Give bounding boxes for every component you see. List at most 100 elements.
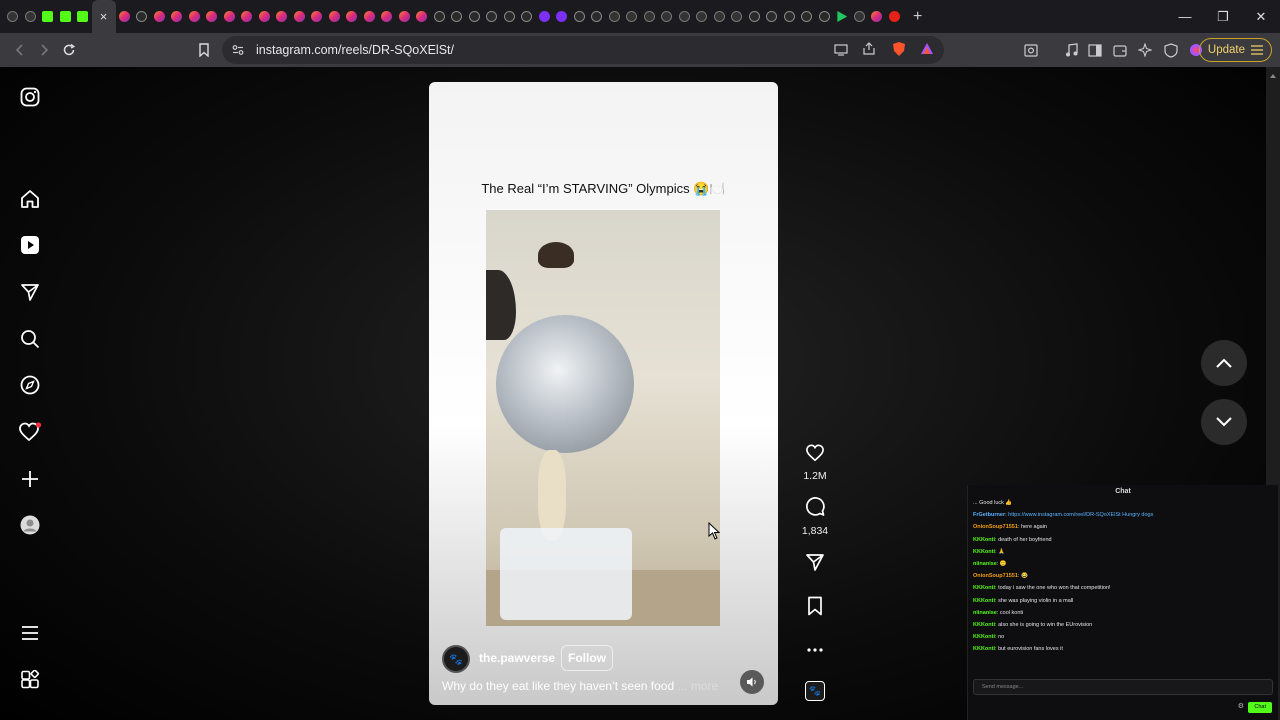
leo-ai-icon[interactable] (1133, 38, 1157, 62)
chat-username[interactable]: KKKonti (973, 585, 995, 591)
save-icon[interactable] (806, 596, 824, 616)
reload-icon[interactable] (57, 38, 81, 62)
follow-button[interactable]: Follow (561, 645, 613, 671)
browser-tab[interactable] (728, 0, 746, 33)
browser-tab[interactable] (606, 0, 624, 33)
creator-username[interactable]: the.pawverse (479, 651, 555, 665)
more-menu-icon[interactable] (18, 621, 42, 645)
browser-tab[interactable] (431, 0, 449, 33)
browser-tab[interactable] (326, 0, 344, 33)
chat-username[interactable]: niinanise (973, 610, 997, 616)
browser-tab[interactable] (886, 0, 904, 33)
brave-shields-icon[interactable] (892, 41, 906, 62)
minimize-button[interactable]: — (1166, 0, 1204, 33)
cast-icon[interactable] (834, 43, 848, 61)
share-icon[interactable] (862, 42, 876, 61)
more-options-icon[interactable] (806, 647, 824, 653)
browser-tab[interactable] (151, 0, 169, 33)
save-action[interactable] (795, 596, 835, 621)
browser-tab[interactable] (553, 0, 571, 33)
chat-username[interactable]: KKKonti (973, 622, 995, 628)
update-button[interactable]: Update (1198, 38, 1272, 62)
music-icon[interactable] (1059, 38, 1083, 62)
browser-tab[interactable] (711, 0, 729, 33)
chat-send-button[interactable]: Chat (1248, 702, 1272, 713)
browser-tab[interactable] (396, 0, 414, 33)
reel-video-player[interactable]: The Real “I’m STARVING” Olympics 😭🍽️ 🐾 t… (429, 82, 778, 705)
browser-tab[interactable] (676, 0, 694, 33)
chat-username[interactable]: KKKonti (973, 646, 995, 652)
chat-username[interactable]: KKKonti (973, 634, 995, 640)
chat-username[interactable]: KKKonti (973, 598, 995, 604)
back-icon[interactable] (8, 38, 32, 62)
profile-avatar-icon[interactable] (18, 513, 42, 537)
explore-icon[interactable] (18, 373, 42, 397)
browser-tab[interactable] (203, 0, 221, 33)
heart-icon[interactable] (805, 444, 825, 462)
browser-tab[interactable] (816, 0, 834, 33)
browser-tab[interactable] (168, 0, 186, 33)
vpn-icon[interactable] (1159, 38, 1183, 62)
browser-tab[interactable] (588, 0, 606, 33)
browser-tab[interactable] (413, 0, 431, 33)
browser-tab[interactable] (238, 0, 256, 33)
notifications-icon[interactable] (18, 420, 42, 444)
browser-tab[interactable] (501, 0, 519, 33)
chat-username[interactable]: OnionSoup71551 (973, 524, 1018, 530)
browser-tab[interactable] (308, 0, 326, 33)
instagram-logo-icon[interactable] (18, 85, 42, 109)
browser-tab[interactable] (39, 0, 57, 33)
browser-tab[interactable] (57, 0, 75, 33)
browser-tab[interactable] (798, 0, 816, 33)
browser-tab[interactable] (378, 0, 396, 33)
chat-username[interactable]: niinanise (973, 561, 997, 567)
browser-tab[interactable] (536, 0, 554, 33)
comment-action[interactable]: 1,834 (795, 497, 835, 537)
chat-username[interactable]: FrGetburner (973, 512, 1005, 518)
home-icon[interactable] (18, 187, 42, 211)
browser-tab[interactable] (221, 0, 239, 33)
close-window-button[interactable]: ✕ (1242, 0, 1280, 33)
browser-tab[interactable] (273, 0, 291, 33)
browser-tab[interactable] (74, 0, 92, 33)
browser-tab[interactable] (623, 0, 641, 33)
close-tab-icon[interactable]: × (100, 9, 108, 24)
wallet-icon[interactable] (1108, 38, 1132, 62)
share-action[interactable] (795, 552, 835, 577)
browser-tab[interactable] (851, 0, 869, 33)
chat-text[interactable]: https://www.instagram.com/reel/DR-SQoXEl… (1008, 512, 1153, 518)
chat-message-input[interactable]: Send message... (973, 679, 1273, 695)
audio-thumbnail[interactable]: 🐾 (805, 681, 825, 701)
browser-tab[interactable] (22, 0, 40, 33)
brave-rewards-icon[interactable] (920, 42, 934, 60)
browser-tab[interactable] (868, 0, 886, 33)
browser-tab[interactable] (693, 0, 711, 33)
next-reel-button[interactable] (1201, 399, 1247, 445)
sidebar-toggle-icon[interactable] (1083, 38, 1107, 62)
browser-tab[interactable] (448, 0, 466, 33)
browser-tab[interactable] (483, 0, 501, 33)
reels-icon[interactable] (18, 233, 42, 257)
browser-tab[interactable] (571, 0, 589, 33)
browser-tab[interactable] (133, 0, 151, 33)
browser-tab[interactable] (4, 0, 22, 33)
like-action[interactable]: 1.2M (795, 444, 835, 482)
screenshot-icon[interactable] (1019, 38, 1043, 62)
more-options-action[interactable] (795, 640, 835, 658)
send-icon[interactable] (805, 552, 825, 572)
reel-video-frame[interactable] (486, 210, 720, 626)
address-bar[interactable]: instagram.com/reels/DR-SQoXElSt/ (222, 36, 944, 64)
chat-username[interactable]: KKKonti (973, 537, 995, 543)
browser-tab[interactable] (256, 0, 274, 33)
bookmark-icon[interactable] (192, 38, 216, 62)
also-from-meta-icon[interactable] (18, 668, 42, 692)
messages-icon[interactable] (18, 280, 42, 304)
site-settings-icon[interactable] (232, 44, 246, 56)
browser-tab[interactable] (116, 0, 134, 33)
browser-tab[interactable] (658, 0, 676, 33)
browser-tab[interactable] (746, 0, 764, 33)
chat-settings-icon[interactable]: ⚙ (1238, 702, 1244, 710)
previous-reel-button[interactable] (1201, 340, 1247, 386)
browser-tab[interactable] (641, 0, 659, 33)
browser-tab[interactable] (343, 0, 361, 33)
